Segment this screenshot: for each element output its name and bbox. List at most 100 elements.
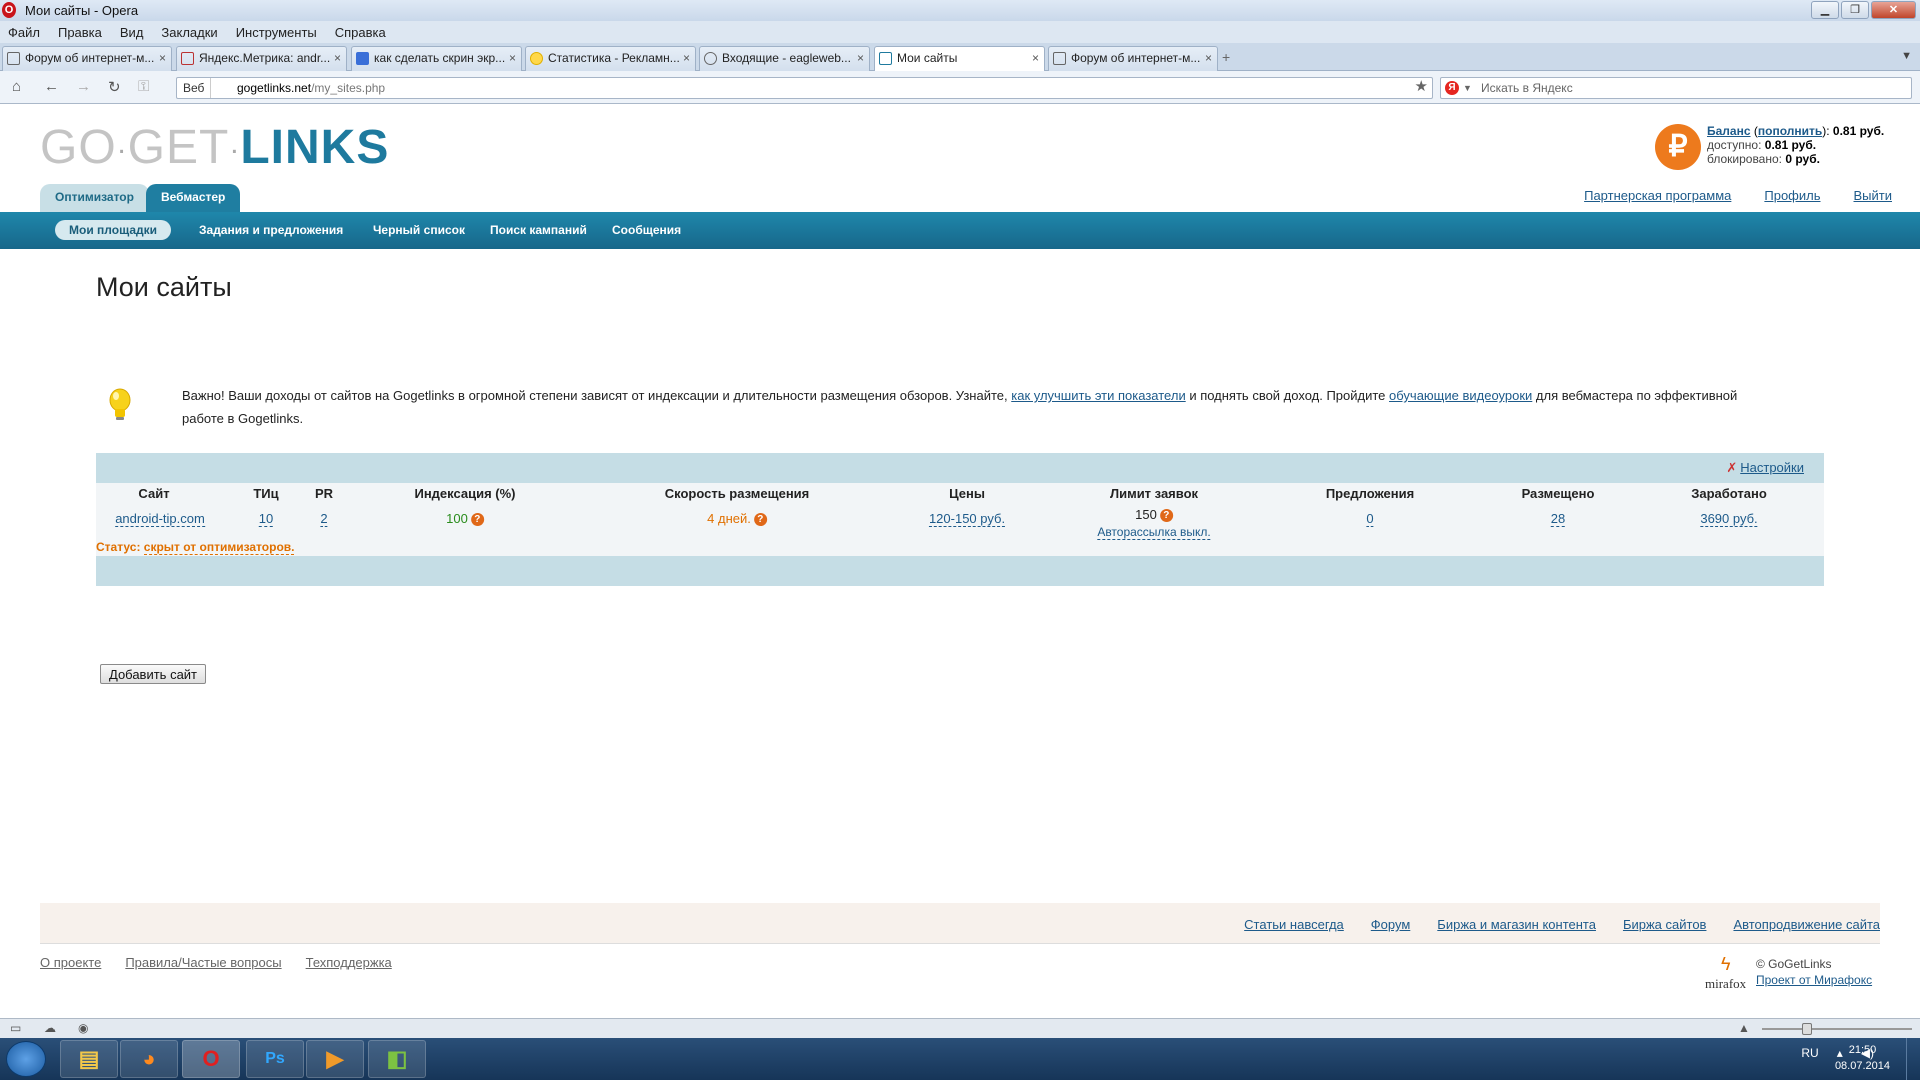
- footer-link-about[interactable]: О проекте: [40, 955, 101, 970]
- cell-offers[interactable]: 0: [1366, 511, 1374, 527]
- tab-label: Форум об интернет-м...: [25, 51, 155, 65]
- minimize-button[interactable]: ▁: [1811, 1, 1839, 19]
- nav-messages[interactable]: Сообщения: [612, 220, 681, 240]
- footer-link-rules[interactable]: Правила/Частые вопросы: [125, 955, 281, 970]
- balance-panel: Баланс (пополнить): 0.81 руб. доступно: …: [1707, 124, 1885, 166]
- col-header-earned: Заработано: [1691, 486, 1767, 501]
- browser-tab[interactable]: Форум об интернет-м... ×: [2, 46, 172, 71]
- start-button[interactable]: [6, 1041, 46, 1077]
- favicon-icon: [704, 52, 717, 65]
- mirafox-project-link[interactable]: Проект от Мирафокс: [1756, 973, 1872, 987]
- tab-close-icon[interactable]: ×: [159, 47, 166, 69]
- browser-tab[interactable]: Статистика - Рекламн... ×: [525, 46, 696, 71]
- topup-link[interactable]: пополнить: [1758, 124, 1822, 138]
- cell-placed[interactable]: 28: [1550, 511, 1566, 527]
- opera-taskbar-icon[interactable]: O: [182, 1040, 240, 1078]
- new-tab-button[interactable]: +: [1222, 49, 1230, 65]
- browser-tab[interactable]: как сделать скрин экр... ×: [351, 46, 522, 71]
- tab-close-icon[interactable]: ×: [683, 47, 690, 69]
- tab-menu-icon[interactable]: ▼: [1901, 50, 1912, 62]
- improve-metrics-link[interactable]: как улучшить эти показатели: [1011, 388, 1185, 403]
- autosend-toggle[interactable]: Авторассылка выкл.: [1097, 525, 1211, 540]
- firefox-taskbar-icon[interactable]: ◕: [120, 1040, 178, 1078]
- table-top-band: ✗ Настройки: [96, 453, 1824, 483]
- navigation-bar: ⌂ ← → ↻ ⚿ Веб gogetlinks.net/my_sites.ph…: [0, 71, 1920, 104]
- tab-close-icon[interactable]: ×: [334, 47, 341, 69]
- logout-link[interactable]: Выйти: [1854, 188, 1893, 203]
- menu-tools[interactable]: Инструменты: [236, 25, 317, 40]
- speed-dial-icon[interactable]: ◉: [78, 1021, 88, 1035]
- browser-tab-active[interactable]: Мои сайты ×: [874, 46, 1045, 72]
- help-icon[interactable]: ?: [753, 513, 767, 527]
- language-indicator[interactable]: RU: [1801, 1046, 1818, 1060]
- chevron-down-icon[interactable]: ▼: [1463, 78, 1472, 98]
- browser-tab[interactable]: Яндекс.Метрика: andr... ×: [176, 46, 347, 71]
- help-icon[interactable]: ?: [470, 513, 484, 527]
- nav-campaign-search[interactable]: Поиск кампаний: [490, 220, 587, 240]
- home-icon[interactable]: ⌂: [12, 78, 21, 95]
- cloud-icon[interactable]: ☁: [44, 1021, 56, 1035]
- browser-tab[interactable]: Входящие - eagleweb... ×: [699, 46, 870, 71]
- reload-icon[interactable]: ↻: [108, 78, 121, 96]
- tab-close-icon[interactable]: ×: [509, 47, 516, 69]
- gogetlinks-logo[interactable]: GO·GET·LINKS: [40, 120, 389, 178]
- media-player-taskbar-icon[interactable]: ▶: [306, 1040, 364, 1078]
- tab-webmaster[interactable]: Вебмастер: [146, 184, 241, 212]
- nav-blacklist[interactable]: Черный список: [373, 220, 465, 240]
- balance-link[interactable]: Баланс: [1707, 124, 1751, 138]
- add-site-button[interactable]: Добавить сайт: [100, 664, 207, 684]
- menu-bookmarks[interactable]: Закладки: [161, 25, 217, 40]
- partner-program-link[interactable]: Партнерская программа: [1584, 188, 1731, 203]
- address-bar[interactable]: Веб gogetlinks.net/my_sites.php ★: [176, 77, 1433, 99]
- cell-earned[interactable]: 3690 руб.: [1700, 511, 1758, 527]
- maximize-button[interactable]: ❐: [1841, 1, 1869, 19]
- key-icon[interactable]: ⚿: [138, 78, 149, 95]
- cell-prices[interactable]: 120-150 руб.: [928, 511, 1006, 527]
- back-icon[interactable]: ←: [44, 78, 59, 95]
- status-value-link[interactable]: скрыт от оптимизаторов.: [143, 540, 295, 555]
- zoom-slider-handle[interactable]: [1802, 1023, 1812, 1035]
- view-up-icon[interactable]: ▲: [1738, 1021, 1750, 1035]
- footer-link-sites-exchange[interactable]: Биржа сайтов: [1623, 917, 1707, 932]
- tab-optimizer[interactable]: Оптимизатор: [40, 184, 149, 212]
- clock-time: 21:50: [1848, 1044, 1877, 1056]
- menu-view[interactable]: Вид: [120, 25, 144, 40]
- cell-pr[interactable]: 2: [320, 511, 328, 527]
- profile-link[interactable]: Профиль: [1764, 188, 1820, 203]
- tab-close-icon[interactable]: ×: [857, 47, 864, 69]
- footer-link-forum[interactable]: Форум: [1371, 917, 1411, 932]
- footer-link-autopromo[interactable]: Автопродвижение сайта: [1733, 917, 1880, 932]
- col-header-prices: Цены: [949, 486, 985, 501]
- photoshop-taskbar-icon[interactable]: Ps: [246, 1040, 304, 1078]
- footer-link-support[interactable]: Техподдержка: [306, 955, 392, 970]
- show-desktop-button[interactable]: [1906, 1038, 1920, 1080]
- footer-bottom-links: О проекте Правила/Частые вопросы Техподд…: [40, 955, 392, 970]
- cell-tic[interactable]: 10: [258, 511, 274, 527]
- browser-tab[interactable]: Форум об интернет-м... ×: [1048, 46, 1218, 71]
- menu-help[interactable]: Справка: [335, 25, 386, 40]
- tab-label: Статистика - Рекламн...: [548, 51, 680, 65]
- settings-link[interactable]: ✗ Настройки: [1726, 460, 1804, 476]
- col-header-site: Сайт: [138, 486, 170, 501]
- menu-edit[interactable]: Правка: [58, 25, 102, 40]
- nav-my-sites[interactable]: Мои площадки: [55, 220, 172, 240]
- search-input[interactable]: Я ▼ Искать в Яндекс: [1440, 77, 1912, 99]
- menu-file[interactable]: Файл: [8, 25, 40, 40]
- tab-close-icon[interactable]: ×: [1032, 47, 1039, 69]
- video-lessons-link[interactable]: обучающие видеоуроки: [1389, 388, 1532, 403]
- footer-link-articles[interactable]: Статьи навсегда: [1244, 917, 1344, 932]
- panel-toggle-icon[interactable]: ▭: [10, 1021, 21, 1035]
- footer-link-content-exchange[interactable]: Биржа и магазин контента: [1437, 917, 1596, 932]
- nav-tasks-offers[interactable]: Задания и предложения: [199, 220, 343, 240]
- explorer-taskbar-icon[interactable]: ▤: [60, 1040, 118, 1078]
- app-taskbar-icon[interactable]: ◧: [368, 1040, 426, 1078]
- close-window-button[interactable]: ✕: [1871, 1, 1916, 19]
- mirafox-logo[interactable]: ϟ mirafox: [1705, 954, 1753, 991]
- tab-close-icon[interactable]: ×: [1205, 47, 1212, 69]
- clock[interactable]: 21:50 08.07.2014: [1835, 1042, 1890, 1074]
- help-icon[interactable]: ?: [1159, 509, 1173, 523]
- cell-site[interactable]: android-tip.com: [115, 511, 205, 527]
- zoom-slider[interactable]: [1762, 1023, 1912, 1035]
- forward-icon[interactable]: →: [76, 78, 91, 95]
- bookmark-star-icon[interactable]: ★: [1415, 77, 1428, 97]
